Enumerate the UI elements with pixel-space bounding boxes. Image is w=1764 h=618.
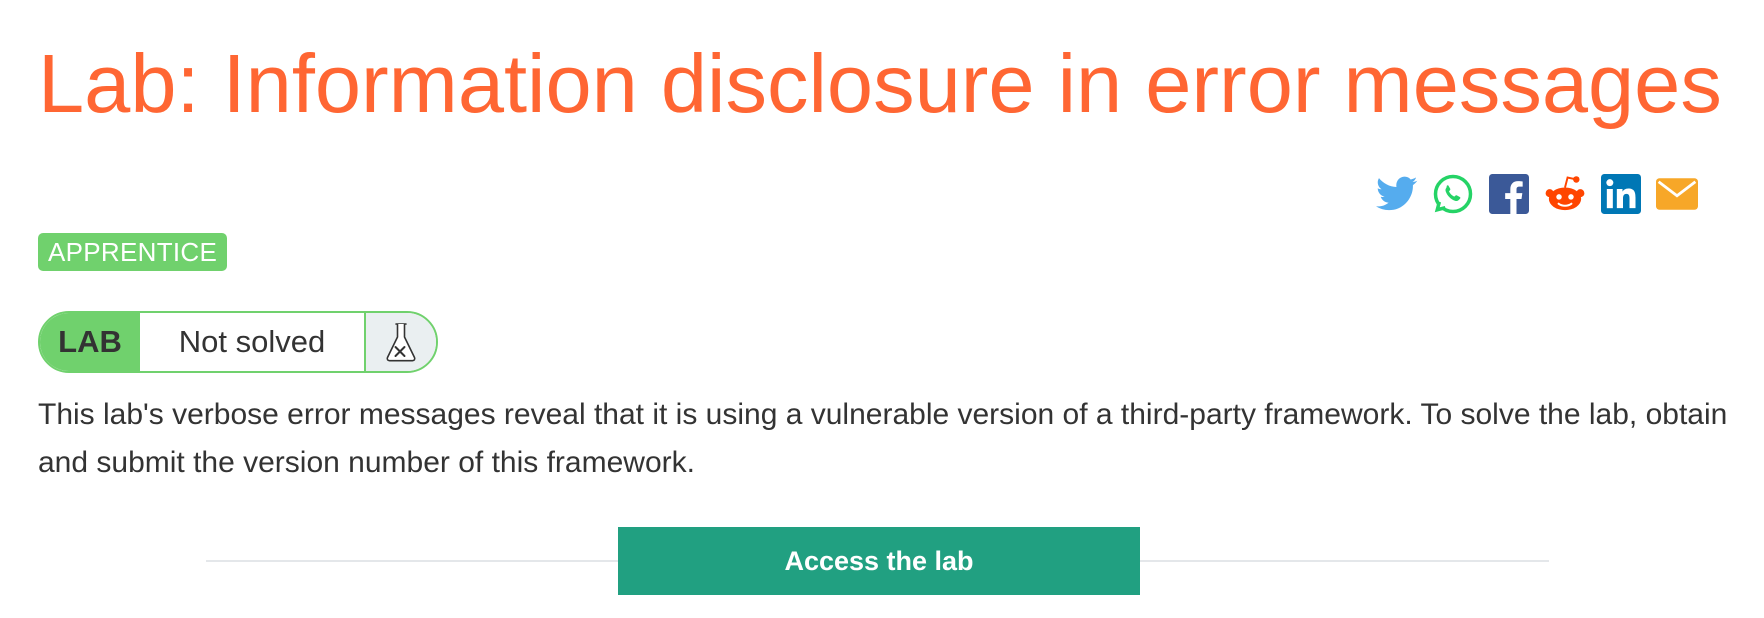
difficulty-badge: APPRENTICE [38, 233, 228, 271]
linkedin-icon[interactable] [1600, 173, 1642, 215]
email-icon[interactable] [1656, 173, 1698, 215]
share-bar [1376, 173, 1698, 215]
flask-icon [366, 313, 436, 371]
lab-label: LAB [40, 313, 140, 371]
lab-page: Lab: Information disclosure in error mes… [0, 0, 1764, 618]
lab-status-widget: LAB Not solved [38, 311, 438, 373]
lab-description: This lab's verbose error messages reveal… [38, 398, 1728, 479]
page-title: Lab: Information disclosure in error mes… [38, 37, 1722, 130]
access-lab-button[interactable]: Access the lab [618, 527, 1140, 595]
solve-status: Not solved [140, 313, 366, 371]
reddit-icon[interactable] [1544, 173, 1586, 215]
facebook-icon[interactable] [1488, 173, 1530, 215]
twitter-icon[interactable] [1376, 173, 1418, 215]
whatsapp-icon[interactable] [1432, 173, 1474, 215]
